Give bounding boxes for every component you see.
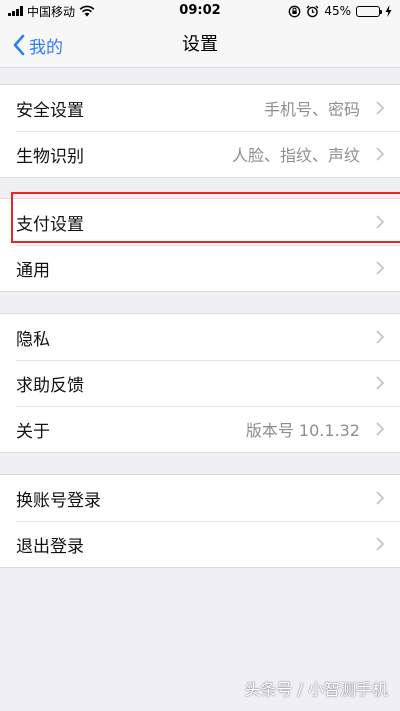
row-label: 求助反馈 xyxy=(16,375,84,396)
chevron-left-icon xyxy=(13,34,25,56)
row-privacy[interactable]: 隐私 xyxy=(0,314,400,360)
chevron-right-icon xyxy=(376,537,384,551)
back-button[interactable]: 我的 xyxy=(12,22,63,68)
row-security-settings[interactable]: 安全设置 手机号、密码 xyxy=(0,85,400,131)
status-right: 45% xyxy=(288,0,392,22)
navigation-bar: 我的 设置 xyxy=(0,22,400,68)
status-bar: 中国移动 09:02 45% xyxy=(0,0,400,22)
row-label: 退出登录 xyxy=(16,536,84,557)
bolt-icon xyxy=(385,5,392,17)
row-label: 隐私 xyxy=(16,329,50,350)
back-label: 我的 xyxy=(29,37,63,58)
watermark: 头条号 / 小智测手机 xyxy=(244,680,388,699)
row-general[interactable]: 通用 xyxy=(0,245,400,291)
row-payment-settings[interactable]: 支付设置 xyxy=(0,199,400,245)
battery-icon xyxy=(356,5,382,17)
chevron-right-icon xyxy=(376,215,384,229)
chevron-right-icon xyxy=(376,491,384,505)
row-logout[interactable]: 退出登录 xyxy=(0,521,400,567)
row-about[interactable]: 关于 版本号 10.1.32 xyxy=(0,406,400,452)
alarm-icon xyxy=(306,5,319,17)
carrier-name: 中国移动 xyxy=(27,4,76,19)
row-label: 关于 xyxy=(16,421,50,442)
row-biometrics[interactable]: 生物识别 人脸、指纹、声纹 xyxy=(0,131,400,177)
row-value: 手机号、密码 xyxy=(263,100,360,119)
battery-percent: 45% xyxy=(324,4,351,18)
row-label: 安全设置 xyxy=(16,100,84,121)
chevron-right-icon xyxy=(376,101,384,115)
chevron-right-icon xyxy=(376,330,384,344)
row-label: 支付设置 xyxy=(16,214,84,235)
wifi-icon xyxy=(79,5,95,17)
status-left: 中国移动 xyxy=(8,0,95,22)
row-value: 版本号 10.1.32 xyxy=(245,421,360,440)
chevron-right-icon xyxy=(376,422,384,436)
chevron-right-icon xyxy=(376,147,384,161)
row-label: 通用 xyxy=(16,260,50,281)
row-switch-account[interactable]: 换账号登录 xyxy=(0,475,400,521)
row-label: 换账号登录 xyxy=(16,490,101,511)
row-value: 人脸、指纹、声纹 xyxy=(231,146,360,165)
chevron-right-icon xyxy=(376,376,384,390)
signal-icon xyxy=(8,6,23,16)
settings-group-payment: 支付设置 通用 xyxy=(0,198,400,292)
row-label: 生物识别 xyxy=(16,146,84,167)
settings-screen: 中国移动 09:02 45% 我的 设置 安全设置 手机号、密码 生物识别 人脸… xyxy=(0,0,400,711)
chevron-right-icon xyxy=(376,261,384,275)
settings-group-info: 隐私 求助反馈 关于 版本号 10.1.32 xyxy=(0,313,400,453)
rotation-lock-icon xyxy=(288,5,301,17)
settings-group-session: 换账号登录 退出登录 xyxy=(0,474,400,568)
row-help-feedback[interactable]: 求助反馈 xyxy=(0,360,400,406)
settings-group-account: 安全设置 手机号、密码 生物识别 人脸、指纹、声纹 xyxy=(0,84,400,178)
